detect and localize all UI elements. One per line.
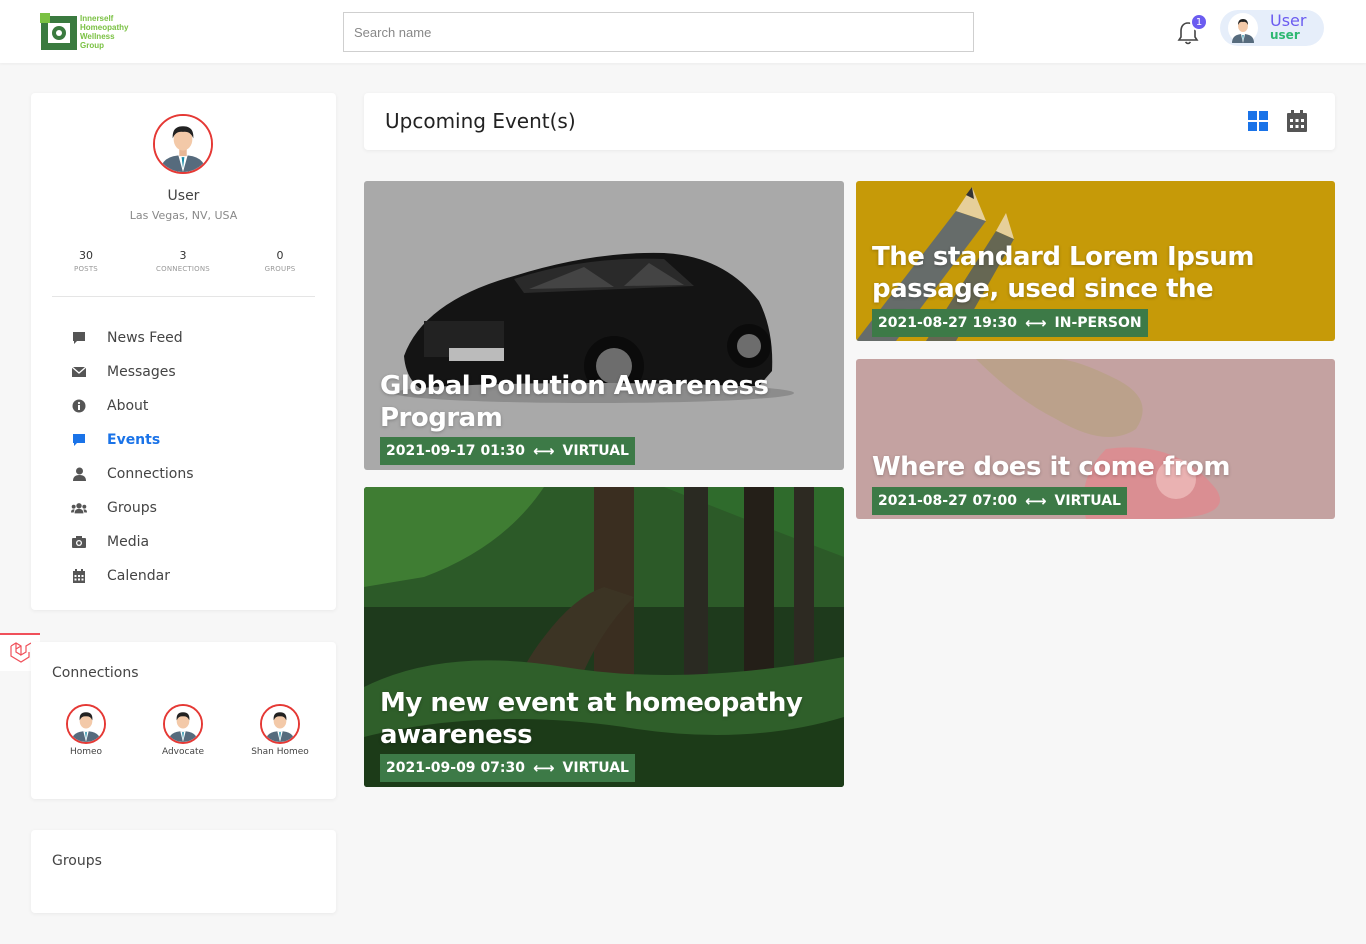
event-meta-tag: 2021-09-09 07:30 ⟷ VIRTUAL <box>380 754 635 782</box>
sidebar-item-media[interactable]: Media <box>71 525 311 559</box>
arrow-icon: ⟷ <box>1025 314 1047 332</box>
connections-card: Connections Homeo Advocate Shan Homeo <box>31 642 336 799</box>
sidebar-item-connections[interactable]: Connections <box>71 457 311 491</box>
sidebar-item-calendar[interactable]: Calendar <box>71 559 311 593</box>
arrow-icon: ⟷ <box>533 442 555 460</box>
connection-avatar <box>163 704 203 744</box>
event-card[interactable]: Where does it come from 2021-08-27 07:00… <box>856 359 1335 519</box>
connection-item[interactable]: Advocate <box>143 704 223 757</box>
notification-badge[interactable]: 1 <box>1190 13 1208 31</box>
profile-location: Las Vegas, NV, USA <box>129 209 238 222</box>
calendar-icon <box>71 568 87 584</box>
user-icon <box>71 466 87 482</box>
info-icon <box>71 398 87 414</box>
profile-avatar[interactable] <box>153 114 213 174</box>
arrow-icon: ⟷ <box>1025 492 1047 510</box>
sidebar-item-groups[interactable]: Groups <box>71 491 311 525</box>
user-menu[interactable]: User user <box>1220 10 1324 46</box>
event-meta-tag: 2021-08-27 07:00 ⟷ VIRTUAL <box>872 487 1127 515</box>
calendar-view-icon[interactable] <box>1287 110 1307 132</box>
sidebar-item-news-feed[interactable]: News Feed <box>71 321 311 355</box>
profile-divider <box>52 296 315 297</box>
envelope-icon <box>71 364 87 380</box>
stat-groups[interactable]: 0 GROUPS <box>240 249 320 273</box>
connection-avatar <box>66 704 106 744</box>
stat-connections[interactable]: 3 CONNECTIONS <box>143 249 223 273</box>
arrow-icon: ⟷ <box>533 759 555 777</box>
stat-posts[interactable]: 30 POSTS <box>46 249 126 273</box>
sidebar-item-about[interactable]: About <box>71 389 311 423</box>
user-avatar <box>1228 13 1258 43</box>
top-navbar: Innerself Homeopathy Wellness Group 1 Us… <box>0 0 1366 63</box>
event-comment-icon <box>71 432 87 448</box>
sidebar-menu: News Feed Messages About Events Connecti… <box>71 321 311 593</box>
event-title: My new event at homeopathy awareness <box>380 688 803 750</box>
sidebar-item-messages[interactable]: Messages <box>71 355 311 389</box>
profile-name: User <box>167 188 200 204</box>
connection-avatar <box>260 704 300 744</box>
sidebar-item-events[interactable]: Events <box>71 423 311 457</box>
connection-item[interactable]: Shan Homeo <box>240 704 320 757</box>
connection-item[interactable]: Homeo <box>46 704 126 757</box>
event-card[interactable]: My new event at homeopathy awareness 202… <box>364 487 844 787</box>
users-icon <box>71 500 87 516</box>
search-input[interactable] <box>343 12 974 52</box>
logo-text: Innerself Homeopathy Wellness Group <box>80 14 129 50</box>
laravel-icon <box>10 642 31 663</box>
events-header: Upcoming Event(s) <box>364 93 1335 150</box>
connections-title: Connections <box>52 665 139 681</box>
event-title: Where does it come from <box>872 452 1231 482</box>
groups-card: Groups <box>31 830 336 913</box>
comment-icon <box>71 330 87 346</box>
event-card[interactable]: Global Pollution Awareness Program 2021-… <box>364 181 844 470</box>
page-title: Upcoming Event(s) <box>385 109 576 133</box>
event-title: Global Pollution Awareness Program <box>380 371 769 433</box>
grid-view-icon[interactable] <box>1248 111 1268 131</box>
user-role: user <box>1270 28 1300 42</box>
profile-card: User Las Vegas, NV, USA 30 POSTS 3 CONNE… <box>31 93 336 610</box>
camera-icon <box>71 534 87 550</box>
event-meta-tag: 2021-08-27 19:30 ⟷ IN-PERSON <box>872 309 1148 337</box>
user-name: User <box>1270 11 1307 30</box>
brand-logo[interactable]: Innerself Homeopathy Wellness Group <box>40 12 150 52</box>
logo-icon <box>40 13 77 50</box>
event-meta-tag: 2021-09-17 01:30 ⟷ VIRTUAL <box>380 437 635 465</box>
event-card[interactable]: The standard Lorem Ipsum passage, used s… <box>856 181 1335 341</box>
groups-title: Groups <box>52 853 102 869</box>
